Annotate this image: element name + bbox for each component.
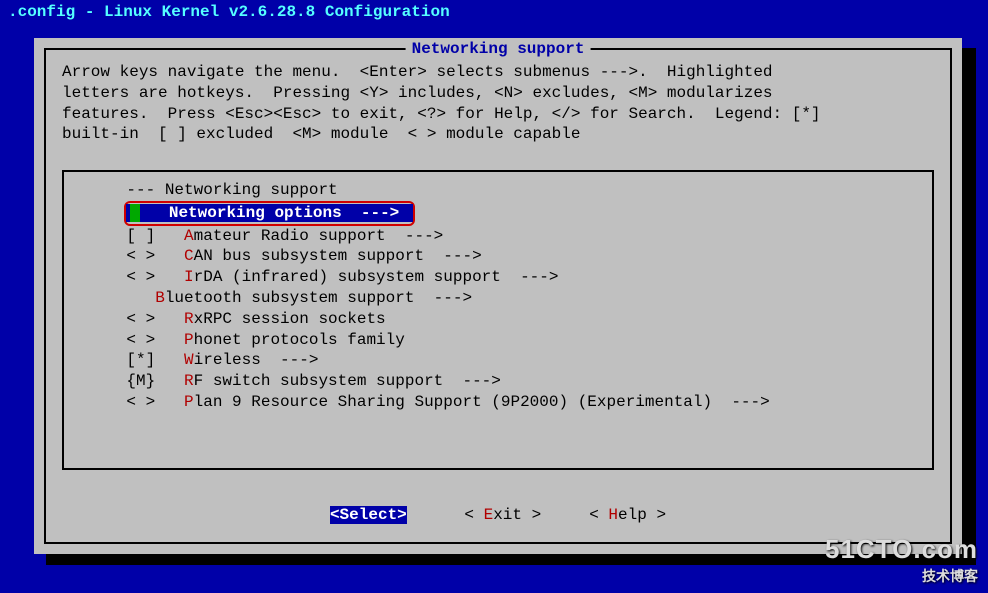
menu-item[interactable]: Networking options ---> xyxy=(64,201,932,226)
menu-header: --- Networking support xyxy=(64,180,932,201)
dialog-shadow-right xyxy=(962,48,976,563)
exit-button[interactable]: < Exit > xyxy=(464,506,541,524)
menu-item[interactable]: [ ] Amateur Radio support ---> xyxy=(64,226,932,247)
window-title: .config - Linux Kernel v2.6.28.8 Configu… xyxy=(0,0,988,25)
dialog-title: Networking support xyxy=(406,39,591,60)
help-button[interactable]: < Help > xyxy=(589,506,666,524)
menu-item[interactable]: < > Plan 9 Resource Sharing Support (9P2… xyxy=(64,392,932,413)
select-button[interactable]: <Select> xyxy=(330,506,407,524)
menu-item[interactable]: < > IrDA (infrared) subsystem support --… xyxy=(64,267,932,288)
menu-item[interactable]: [*] Wireless ---> xyxy=(64,350,932,371)
button-bar: <Select> < Exit > < Help > xyxy=(46,505,950,526)
menu-list[interactable]: --- Networking support Networking option… xyxy=(62,170,934,470)
menuconfig-dialog: Networking support Arrow keys navigate t… xyxy=(34,38,962,554)
menu-item[interactable]: Bluetooth subsystem support ---> xyxy=(64,288,932,309)
menu-item[interactable]: < > RxRPC session sockets xyxy=(64,309,932,330)
dialog-border: Networking support Arrow keys navigate t… xyxy=(44,48,952,544)
menu-item[interactable]: < > CAN bus subsystem support ---> xyxy=(64,246,932,267)
help-text: Arrow keys navigate the menu. <Enter> se… xyxy=(62,62,934,145)
menu-item[interactable]: < > Phonet protocols family xyxy=(64,330,932,351)
watermark: 51CTO.com 技术博客 xyxy=(825,533,978,585)
menu-item[interactable]: {M} RF switch subsystem support ---> xyxy=(64,371,932,392)
